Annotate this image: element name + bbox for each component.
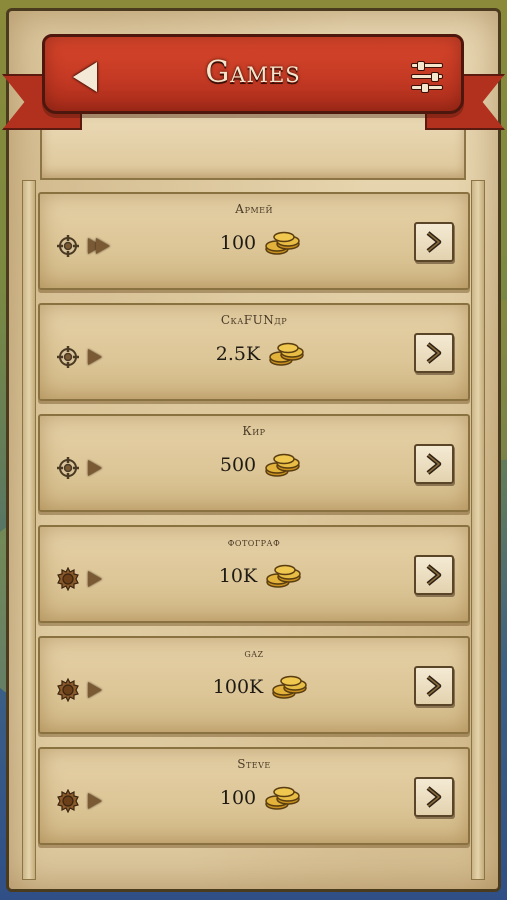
coins-icon (269, 342, 304, 366)
open-game-button[interactable] (414, 444, 454, 484)
chevron-right-icon (426, 564, 442, 586)
chevron-right-icon (426, 231, 442, 253)
coins-icon (265, 786, 300, 810)
bet-amount: 500 (40, 452, 468, 478)
game-row-4[interactable]: фотограф 10K (38, 525, 470, 623)
game-row-6[interactable]: Steve 100 (38, 747, 470, 845)
sliders-icon (417, 61, 425, 71)
bet-value: 100 (219, 787, 257, 809)
coins-icon (266, 564, 301, 588)
chevron-right-icon (426, 342, 442, 364)
chevron-right-icon (426, 453, 442, 475)
bet-amount: 2.5K (40, 341, 468, 367)
right-rail (471, 180, 485, 880)
chevron-right-icon (426, 786, 442, 808)
header-banner: Games (42, 34, 464, 114)
coins-icon (265, 453, 300, 477)
chevron-right-icon (426, 675, 442, 697)
bet-value: 10K (218, 565, 258, 587)
game-name: Steve (237, 757, 271, 771)
bet-value: 2.5K (215, 343, 261, 365)
open-game-button[interactable] (414, 333, 454, 373)
game-row-5[interactable]: gaz 100K (38, 636, 470, 734)
game-row-2[interactable]: СкаFUNдр 2.5K (38, 303, 470, 401)
game-name: gaz (244, 646, 264, 660)
settings-button[interactable] (409, 61, 445, 93)
game-row-1[interactable]: Армей 100 (38, 192, 470, 290)
game-name: Кир (242, 424, 266, 438)
game-name: СкаFUNдр (220, 313, 288, 327)
open-game-button[interactable] (414, 777, 454, 817)
coins-icon (272, 675, 307, 699)
open-game-button[interactable] (414, 555, 454, 595)
game-name: Армей (235, 202, 273, 216)
slider-knob (421, 83, 429, 93)
coins-icon (265, 231, 300, 255)
bet-amount: 10K (40, 563, 468, 589)
bet-value: 500 (219, 454, 257, 476)
open-game-button[interactable] (414, 222, 454, 262)
bet-amount: 100K (40, 674, 468, 700)
games-list: Армей 100 СкаFUNдр 2.5K Кир 500 фотограф… (38, 192, 470, 858)
open-game-button[interactable] (414, 666, 454, 706)
game-row-3[interactable]: Кир 500 (38, 414, 470, 512)
bet-amount: 100 (40, 230, 468, 256)
bet-amount: 100 (40, 785, 468, 811)
game-name: фотограф (227, 535, 281, 549)
left-rail (22, 180, 36, 880)
slider-bar (411, 63, 443, 68)
header-plate (40, 118, 466, 180)
page-title: Games (205, 55, 301, 90)
bet-value: 100K (212, 676, 264, 698)
slider-knob (431, 72, 439, 82)
bet-value: 100 (219, 232, 257, 254)
